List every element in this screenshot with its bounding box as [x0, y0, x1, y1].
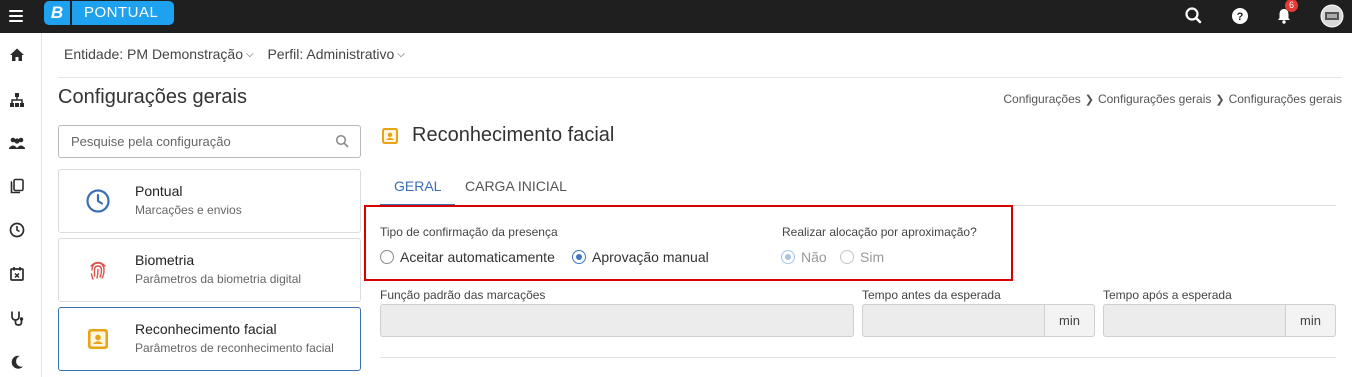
- config-card-reconhecimento-facial[interactable]: Reconhecimento facial Parâmetros de reco…: [58, 307, 361, 371]
- menu-icon[interactable]: [9, 8, 25, 24]
- top-actions: ? 6: [1152, 0, 1352, 33]
- radio-indicator: [572, 250, 586, 264]
- top-bar: B PONTUAL ? 6: [0, 0, 1352, 33]
- card-subtitle: Marcações e envios: [135, 203, 242, 217]
- entity-selector[interactable]: Entidade: PM Demonstração ⌵: [64, 46, 254, 62]
- radio-aprovacao-manual[interactable]: Aprovação manual: [572, 249, 709, 267]
- confirmation-type-label: Tipo de confirmação da presença: [380, 225, 558, 239]
- tab-bar: GERAL CARGA INICIAL: [380, 170, 1336, 206]
- divider: [58, 77, 1342, 78]
- radio-label: Sim: [860, 249, 885, 265]
- logo-separator: [70, 1, 72, 25]
- entity-label: Entidade: PM Demonstração: [64, 46, 243, 62]
- home-icon[interactable]: [8, 46, 26, 64]
- svg-text:?: ?: [1237, 11, 1244, 23]
- breadcrumb-item[interactable]: Configurações gerais: [1098, 92, 1211, 106]
- tab-carga-inicial[interactable]: CARGA INICIAL: [451, 170, 581, 206]
- search-input[interactable]: [59, 126, 319, 157]
- app-name: PONTUAL: [84, 4, 159, 21]
- time-before-unit: min: [1044, 305, 1094, 336]
- section-title: Reconhecimento facial: [412, 124, 615, 146]
- radio-indicator: [840, 250, 854, 264]
- time-before-label: Tempo antes da esperada: [862, 288, 1001, 302]
- copy-icon[interactable]: [8, 177, 26, 195]
- chevron-down-icon: ⌵: [245, 49, 254, 60]
- left-rail: [0, 33, 42, 377]
- radio-indicator: [781, 250, 795, 264]
- search-icon[interactable]: [335, 134, 350, 149]
- card-title: Pontual: [135, 183, 183, 199]
- default-function-field[interactable]: [380, 304, 854, 337]
- time-after-field[interactable]: min: [1103, 304, 1336, 337]
- org-chart-icon[interactable]: [8, 91, 26, 109]
- people-icon[interactable]: [8, 134, 26, 152]
- radio-indicator: [380, 250, 394, 264]
- search-icon[interactable]: [1183, 5, 1205, 27]
- profile-label: Perfil: Administrativo: [267, 46, 395, 62]
- clock-icon[interactable]: [8, 221, 26, 239]
- chevron-right-icon: ❯: [1084, 94, 1094, 106]
- time-after-unit: min: [1285, 305, 1335, 336]
- radio-label: Aceitar automaticamente: [400, 249, 555, 265]
- divider: [380, 357, 1336, 358]
- radio-label: Não: [801, 249, 827, 265]
- card-title: Biometria: [135, 252, 195, 268]
- card-title: Reconhecimento facial: [135, 321, 277, 337]
- calendar-x-icon[interactable]: [8, 265, 26, 283]
- highlight-box: [364, 205, 1013, 281]
- card-subtitle: Parâmetros de reconhecimento facial: [135, 341, 334, 355]
- face-id-icon: [88, 329, 108, 349]
- help-icon[interactable]: ?: [1229, 5, 1251, 27]
- breadcrumb-item[interactable]: Configurações: [1003, 92, 1080, 106]
- card-subtitle: Parâmetros da biometria digital: [135, 272, 302, 286]
- moon-icon[interactable]: [8, 353, 26, 371]
- config-search: [58, 125, 361, 158]
- config-card-biometria[interactable]: Biometria Parâmetros da biometria digita…: [58, 238, 361, 302]
- face-id-icon: [382, 128, 398, 144]
- time-before-field[interactable]: min: [862, 304, 1095, 337]
- context-bar: Entidade: PM Demonstração ⌵ Perfil: Admin…: [64, 46, 415, 62]
- page-title: Configurações gerais: [58, 86, 247, 108]
- config-card-pontual[interactable]: Pontual Marcações e envios: [58, 169, 361, 233]
- tab-geral[interactable]: GERAL: [380, 170, 456, 206]
- radio-label: Aprovação manual: [592, 249, 709, 265]
- radio-sim[interactable]: Sim: [840, 249, 884, 267]
- clock-icon: [86, 189, 110, 213]
- radio-nao[interactable]: Não: [781, 249, 827, 267]
- chevron-down-icon: ⌵: [397, 49, 405, 60]
- logo-letter: B: [50, 3, 64, 22]
- avatar[interactable]: [1320, 4, 1344, 28]
- chevron-right-icon: ❯: [1215, 94, 1225, 106]
- stethoscope-icon[interactable]: [8, 309, 26, 327]
- profile-selector[interactable]: Perfil: Administrativo ⌵: [267, 46, 404, 62]
- default-function-label: Função padrão das marcações: [380, 288, 546, 302]
- breadcrumb-current: Configurações gerais: [1228, 92, 1342, 106]
- app-logo[interactable]: B PONTUAL: [44, 1, 174, 25]
- time-after-label: Tempo após a esperada: [1103, 288, 1232, 302]
- breadcrumb: Configurações ❯ Configurações gerais ❯ Confi…: [1003, 92, 1342, 106]
- notifications-button[interactable]: 6: [1273, 0, 1298, 27]
- radio-aceitar-automaticamente[interactable]: Aceitar automaticamente: [380, 249, 555, 267]
- notification-count-badge: 6: [1285, 0, 1298, 12]
- allocation-label: Realizar alocação por aproximação?: [782, 225, 977, 239]
- fingerprint-icon: [90, 261, 106, 280]
